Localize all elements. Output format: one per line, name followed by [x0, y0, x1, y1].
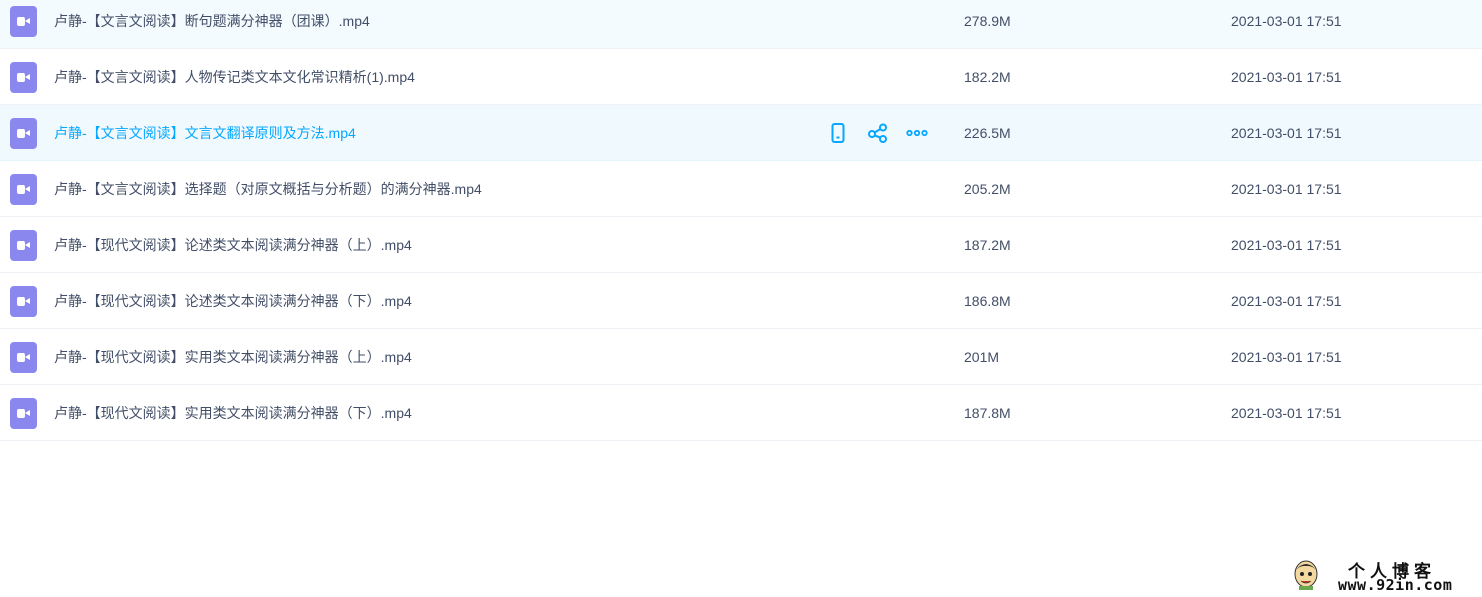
cartoon-face-icon — [1294, 560, 1318, 590]
file-name[interactable]: 卢静-【现代文阅读】论述类文本阅读满分神器（下）.mp4 — [54, 273, 412, 329]
file-size: 187.2M — [964, 237, 1011, 253]
video-file-icon — [10, 118, 37, 149]
watermark-url: www.92in.com — [1338, 576, 1453, 594]
file-size: 205.2M — [964, 181, 1011, 197]
file-modified-date: 2021-03-01 17:51 — [1231, 293, 1342, 309]
file-modified-date: 2021-03-01 17:51 — [1231, 125, 1342, 141]
phone-icon[interactable] — [827, 122, 849, 144]
file-modified-date: 2021-03-01 17:51 — [1231, 69, 1342, 85]
file-row[interactable]: 卢静-【现代文阅读】实用类文本阅读满分神器（上）.mp4 201M 2021-0… — [0, 329, 1482, 385]
file-list: 卢静-【文言文阅读】断句题满分神器（团课）.mp4 278.9M 2021-03… — [0, 0, 1482, 441]
file-modified-date: 2021-03-01 17:51 — [1231, 237, 1342, 253]
file-name[interactable]: 卢静-【现代文阅读】实用类文本阅读满分神器（下）.mp4 — [54, 385, 412, 441]
file-row[interactable]: 卢静-【文言文阅读】断句题满分神器（团课）.mp4 278.9M 2021-03… — [0, 0, 1482, 49]
file-row[interactable]: 卢静-【文言文阅读】人物传记类文本文化常识精析(1).mp4 182.2M 20… — [0, 49, 1482, 105]
file-name[interactable]: 卢静-【文言文阅读】文言文翻译原则及方法.mp4 — [54, 105, 356, 161]
file-name[interactable]: 卢静-【现代文阅读】论述类文本阅读满分神器（上）.mp4 — [54, 217, 412, 273]
file-modified-date: 2021-03-01 17:51 — [1231, 181, 1342, 197]
file-row[interactable]: 卢静-【文言文阅读】选择题（对原文概括与分析题）的满分神器.mp4 205.2M… — [0, 161, 1482, 217]
video-file-icon — [10, 342, 37, 373]
blog-watermark: 个人博客 www.92in.com — [1284, 553, 1474, 597]
more-icon[interactable] — [906, 122, 928, 144]
file-size: 186.8M — [964, 293, 1011, 309]
file-name[interactable]: 卢静-【现代文阅读】实用类文本阅读满分神器（上）.mp4 — [54, 329, 412, 385]
video-file-icon — [10, 6, 37, 37]
video-file-icon — [10, 398, 37, 429]
file-row[interactable]: 卢静-【现代文阅读】论述类文本阅读满分神器（下）.mp4 186.8M 2021… — [0, 273, 1482, 329]
file-modified-date: 2021-03-01 17:51 — [1231, 349, 1342, 365]
share-icon[interactable] — [867, 122, 889, 144]
file-size: 226.5M — [964, 125, 1011, 141]
video-file-icon — [10, 62, 37, 93]
file-size: 278.9M — [964, 13, 1011, 29]
video-file-icon — [10, 286, 37, 317]
file-size: 182.2M — [964, 69, 1011, 85]
file-size: 187.8M — [964, 405, 1011, 421]
video-file-icon — [10, 174, 37, 205]
file-modified-date: 2021-03-01 17:51 — [1231, 405, 1342, 421]
file-row-hovered[interactable]: 卢静-【文言文阅读】文言文翻译原则及方法.mp4 226.5M 2021-03-… — [0, 105, 1482, 161]
file-modified-date: 2021-03-01 17:51 — [1231, 13, 1342, 29]
file-name[interactable]: 卢静-【文言文阅读】人物传记类文本文化常识精析(1).mp4 — [54, 49, 415, 105]
file-size: 201M — [964, 349, 1000, 365]
file-name[interactable]: 卢静-【文言文阅读】断句题满分神器（团课）.mp4 — [54, 0, 370, 42]
file-row[interactable]: 卢静-【现代文阅读】论述类文本阅读满分神器（上）.mp4 187.2M 2021… — [0, 217, 1482, 273]
video-file-icon — [10, 230, 37, 261]
file-row[interactable]: 卢静-【现代文阅读】实用类文本阅读满分神器（下）.mp4 187.8M 2021… — [0, 385, 1482, 441]
file-name[interactable]: 卢静-【文言文阅读】选择题（对原文概括与分析题）的满分神器.mp4 — [54, 161, 482, 217]
